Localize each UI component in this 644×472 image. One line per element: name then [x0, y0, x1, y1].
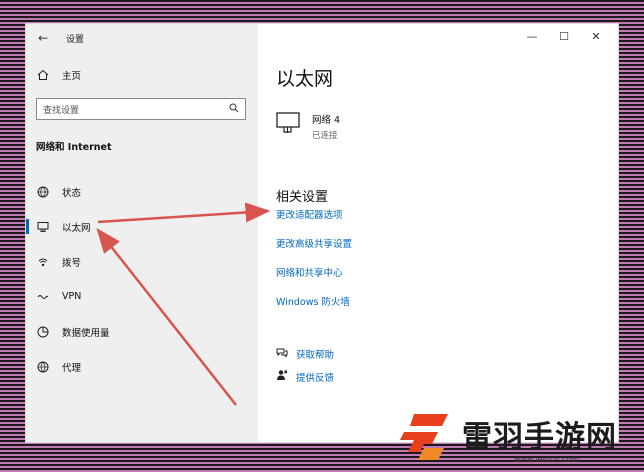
section-title: 网络和 Internet — [36, 142, 112, 153]
window-title: 设置 — [66, 34, 85, 45]
sidebar: ← 设置 主页 查找设置 网络和 Internet 状态 以太网 拨号 VPN … — [26, 24, 258, 442]
maximize-button[interactable]: ☐ — [548, 26, 580, 46]
ethernet-icon — [36, 221, 50, 233]
related-settings-title: 相关设置 — [276, 190, 329, 205]
related-links: 更改适配器选项 更改高级共享设置 网络和共享中心 Windows 防火墙 — [276, 208, 352, 324]
ethernet-monitor-icon — [276, 112, 302, 138]
sidebar-item-vpn[interactable]: VPN — [26, 279, 258, 314]
sidebar-item-label: 拨号 — [62, 257, 82, 269]
sidebar-item-label: 以太网 — [62, 222, 91, 234]
search-placeholder: 查找设置 — [43, 105, 80, 116]
main-content: — ☐ ✕ 以太网 网络 4 已连接 相关设置 更改适配器选项 更改高级共享设置… — [258, 24, 618, 442]
back-arrow-icon[interactable]: ← — [36, 31, 50, 45]
sidebar-item-proxy[interactable]: 代理 — [26, 349, 258, 384]
network-item[interactable]: 网络 4 已连接 — [276, 112, 340, 141]
close-button[interactable]: ✕ — [580, 26, 612, 46]
sidebar-item-label: 数据使用量 — [62, 327, 110, 339]
network-name: 网络 4 — [312, 115, 341, 126]
sidebar-item-label: 状态 — [62, 187, 82, 199]
status-globe-icon — [36, 186, 50, 198]
watermark-logo-icon — [400, 414, 448, 460]
link-change-adapter-options[interactable]: 更改适配器选项 — [276, 208, 352, 237]
proxy-globe-icon — [36, 361, 50, 373]
sidebar-item-status[interactable]: 状态 — [26, 174, 258, 209]
data-usage-icon — [36, 326, 50, 338]
watermark-text: 雷羽手游网 — [462, 420, 617, 455]
help-section: 获取帮助 提供反馈 — [276, 342, 334, 388]
settings-window: ← 设置 主页 查找设置 网络和 Internet 状态 以太网 拨号 VPN … — [26, 24, 618, 442]
sidebar-nav: 状态 以太网 拨号 VPN 数据使用量 代理 — [26, 174, 258, 384]
window-controls: — ☐ ✕ — [516, 26, 612, 46]
sidebar-item-label: VPN — [62, 291, 82, 302]
link-windows-firewall[interactable]: Windows 防火墙 — [276, 295, 352, 324]
sidebar-item-dialup[interactable]: 拨号 — [26, 244, 258, 279]
sidebar-item-home[interactable]: 主页 — [36, 68, 81, 82]
search-input[interactable]: 查找设置 — [36, 98, 246, 120]
give-feedback-label: 提供反馈 — [296, 372, 335, 384]
watermark-url: www.leiucn.com — [514, 455, 579, 464]
page-title: 以太网 — [276, 68, 334, 90]
titlebar: ← 设置 — [36, 28, 84, 48]
home-label: 主页 — [62, 71, 82, 82]
vpn-icon — [36, 291, 50, 303]
get-help-link[interactable]: 获取帮助 — [276, 342, 334, 365]
network-status: 已连接 — [312, 131, 338, 141]
give-feedback-link[interactable]: 提供反馈 — [276, 365, 334, 388]
get-help-label: 获取帮助 — [296, 349, 335, 361]
sidebar-item-ethernet[interactable]: 以太网 — [26, 209, 258, 244]
watermark: 雷羽手游网 www.leiucn.com — [390, 400, 644, 472]
sidebar-item-label: 代理 — [62, 362, 82, 374]
dialup-icon — [36, 256, 50, 268]
search-icon[interactable] — [229, 103, 239, 116]
minimize-button[interactable]: — — [516, 26, 548, 46]
help-icon — [276, 346, 288, 361]
sidebar-item-data-usage[interactable]: 数据使用量 — [26, 314, 258, 349]
home-icon — [36, 69, 50, 81]
link-network-sharing-center[interactable]: 网络和共享中心 — [276, 266, 352, 295]
feedback-icon — [276, 369, 288, 384]
link-advanced-sharing[interactable]: 更改高级共享设置 — [276, 237, 352, 266]
